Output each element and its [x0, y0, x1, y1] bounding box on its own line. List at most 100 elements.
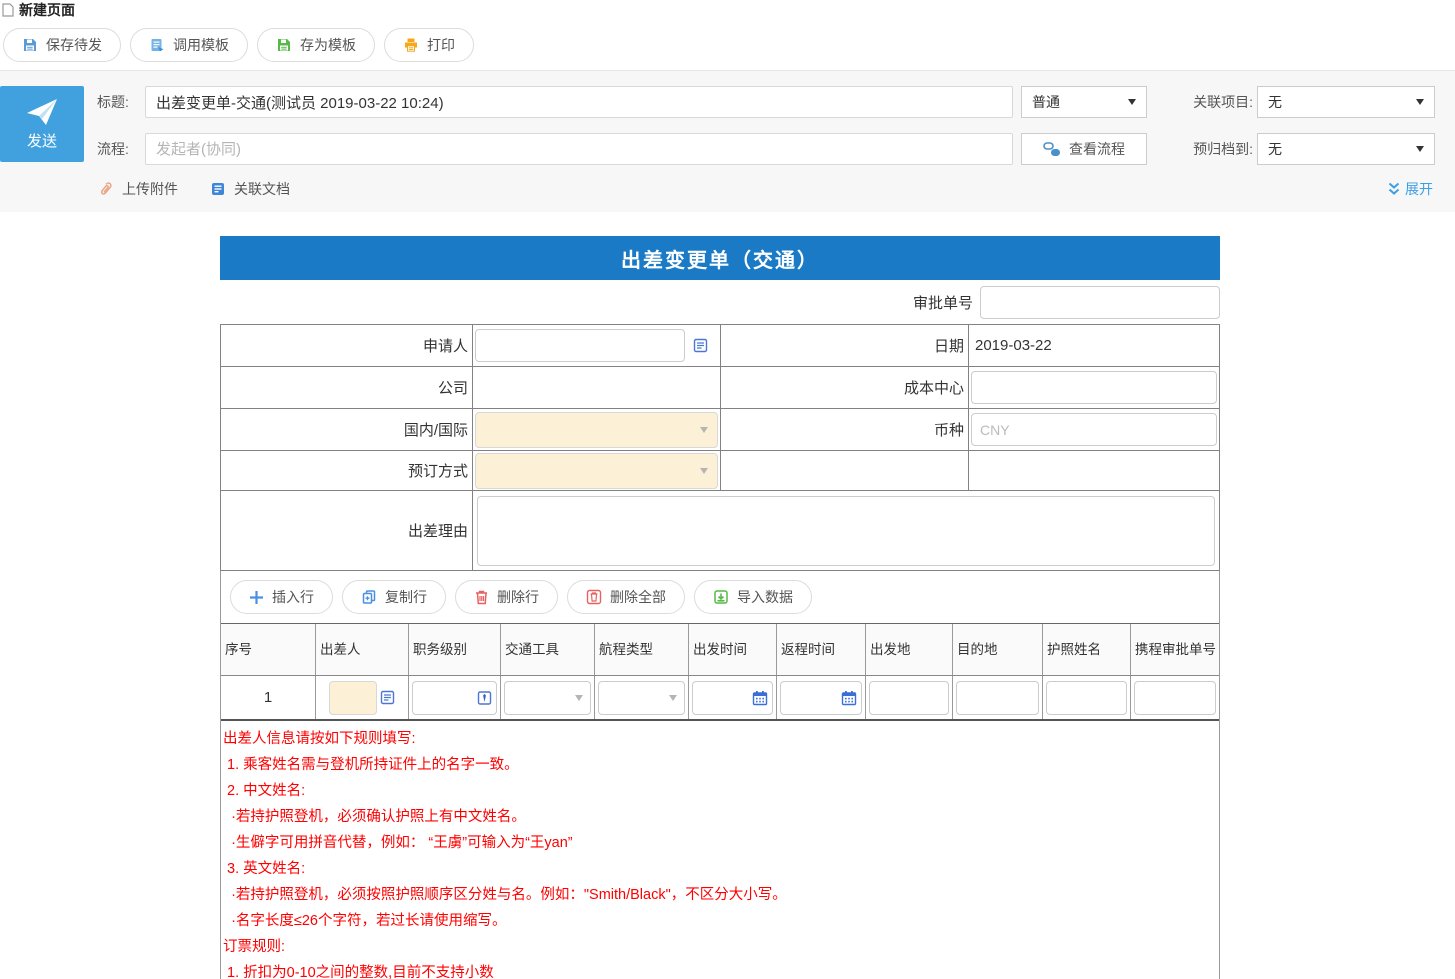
save-as-template-button[interactable]: 存为模板 [257, 28, 375, 62]
col-job-level: 职务级别 [409, 624, 501, 675]
col-passport-name: 护照姓名 [1043, 624, 1131, 675]
import-icon [713, 589, 729, 605]
copy-icon [361, 589, 377, 605]
template-load-icon [149, 37, 165, 53]
booking-method-label: 预订方式 [221, 451, 473, 491]
print-label: 打印 [427, 35, 455, 55]
job-level-picker-icon[interactable] [477, 690, 492, 705]
origin-input[interactable] [869, 681, 949, 715]
copy-row-label: 复制行 [385, 587, 427, 607]
view-flow-label: 查看流程 [1069, 139, 1125, 159]
col-ctrip-approval-no: 携程审批单号 [1131, 624, 1219, 675]
delete-row-label: 删除行 [497, 587, 539, 607]
row-actions: 插入行 复制行 删除行 删除全部 [221, 571, 1219, 623]
region-label: 国内/国际 [221, 409, 473, 451]
view-flow-button[interactable]: 查看流程 [1021, 133, 1147, 165]
booking-method-select[interactable] [475, 453, 718, 489]
trip-reason-textarea[interactable] [477, 496, 1215, 566]
detail-table-header: 序号 出差人 职务级别 交通工具 航程类型 出发时间 返程时间 出发地 目的地 … [221, 623, 1219, 676]
person-picker-icon[interactable] [380, 690, 395, 705]
caret-down-icon [700, 468, 708, 474]
expand-button[interactable]: 展开 [1387, 179, 1433, 199]
note-line: 2. 中文姓名: [223, 778, 1217, 804]
approval-no-label: 审批单号 [913, 292, 973, 313]
cost-center-label: 成本中心 [721, 367, 969, 409]
trash-all-icon [586, 589, 602, 605]
prearchive-value: 无 [1268, 139, 1282, 159]
note-line: 出差人信息请按如下规则填写: [223, 726, 1217, 752]
transport-select[interactable] [504, 681, 591, 715]
save-as-template-label: 存为模板 [300, 35, 356, 55]
priority-select[interactable]: 普通 [1021, 86, 1147, 118]
destination-input[interactable] [956, 681, 1039, 715]
save-pending-button[interactable]: 保存待发 [3, 28, 121, 62]
related-project-label: 关联项目: [1179, 92, 1253, 112]
row-seq: 1 [264, 689, 272, 706]
region-select[interactable] [475, 412, 718, 448]
delete-all-button[interactable]: 删除全部 [567, 580, 685, 614]
form-container: 出差变更单（交通） 审批单号 申请人 日期 2019-03-22 公司 成本中心… [220, 236, 1220, 979]
related-project-value: 无 [1268, 92, 1282, 112]
currency-label: 币种 [721, 409, 969, 451]
calendar-icon[interactable] [841, 690, 857, 706]
caret-down-icon [1416, 99, 1424, 105]
calendar-icon[interactable] [752, 690, 768, 706]
caret-down-icon [1416, 146, 1424, 152]
note-line: 订票规则: [223, 934, 1217, 960]
priority-value: 普通 [1032, 92, 1060, 112]
delete-row-button[interactable]: 删除行 [455, 580, 558, 614]
note-line: 1. 乘客姓名需与登机所持证件上的名字一致。 [223, 752, 1217, 778]
approval-no-input[interactable] [980, 286, 1220, 319]
col-traveler: 出差人 [316, 624, 409, 675]
paperclip-icon [97, 180, 114, 198]
chevron-double-down-icon [1387, 182, 1401, 196]
related-project-select[interactable]: 无 [1257, 86, 1435, 118]
window-titlebar: 新建页面 [0, 0, 1455, 20]
page-title: 新建页面 [19, 0, 75, 20]
save-floppy-blue-icon [22, 37, 38, 53]
insert-row-button[interactable]: 插入行 [230, 580, 333, 614]
header-panel: 发送 标题: 普通 关联项目: 无 流程: 查看流程 预归档到: 无 [0, 71, 1455, 212]
route-type-select[interactable] [598, 681, 685, 715]
currency-input[interactable] [971, 413, 1217, 446]
date-label: 日期 [721, 325, 969, 367]
flow-input[interactable] [145, 133, 1013, 165]
prearchive-select[interactable]: 无 [1257, 133, 1435, 165]
linked-doc-icon [210, 181, 226, 197]
link-document-button[interactable]: 关联文档 [210, 179, 290, 199]
print-button[interactable]: 打印 [384, 28, 474, 62]
note-line: 3. 英文姓名: [223, 856, 1217, 882]
company-label: 公司 [221, 367, 473, 409]
flowchart-icon [1043, 141, 1061, 157]
caret-down-icon [575, 695, 583, 701]
load-template-label: 调用模板 [173, 35, 229, 55]
detail-table-row: 1 [221, 676, 1219, 721]
applicant-input[interactable] [475, 329, 685, 362]
col-origin: 出发地 [866, 624, 953, 675]
load-template-button[interactable]: 调用模板 [130, 28, 248, 62]
cost-center-input[interactable] [971, 371, 1217, 404]
caret-down-icon [700, 427, 708, 433]
trip-reason-label: 出差理由 [221, 491, 473, 570]
detail-section: 插入行 复制行 删除行 删除全部 [220, 571, 1220, 979]
form-title: 出差变更单（交通） [220, 236, 1220, 280]
upload-attachment-button[interactable]: 上传附件 [97, 179, 178, 199]
traveler-input[interactable] [329, 681, 377, 715]
copy-row-button[interactable]: 复制行 [342, 580, 446, 614]
import-data-label: 导入数据 [737, 587, 793, 607]
expand-label: 展开 [1405, 179, 1433, 199]
person-picker-icon[interactable] [693, 338, 708, 353]
flow-label: 流程: [97, 139, 141, 159]
import-data-button[interactable]: 导入数据 [694, 580, 812, 614]
ctrip-approval-no-input[interactable] [1134, 681, 1216, 715]
col-return-time: 返程时间 [777, 624, 866, 675]
traveler-notes: 出差人信息请按如下规则填写: 1. 乘客姓名需与登机所持证件上的名字一致。 2.… [221, 721, 1219, 979]
title-input[interactable] [145, 86, 1013, 118]
approval-row: 审批单号 [220, 280, 1220, 324]
empty-cell [721, 451, 969, 491]
col-destination: 目的地 [953, 624, 1043, 675]
col-route-type: 航程类型 [595, 624, 689, 675]
trip-info-table: 申请人 日期 2019-03-22 公司 成本中心 国内/国际 币种 [220, 324, 1220, 571]
caret-down-icon [669, 695, 677, 701]
passport-name-input[interactable] [1046, 681, 1127, 715]
